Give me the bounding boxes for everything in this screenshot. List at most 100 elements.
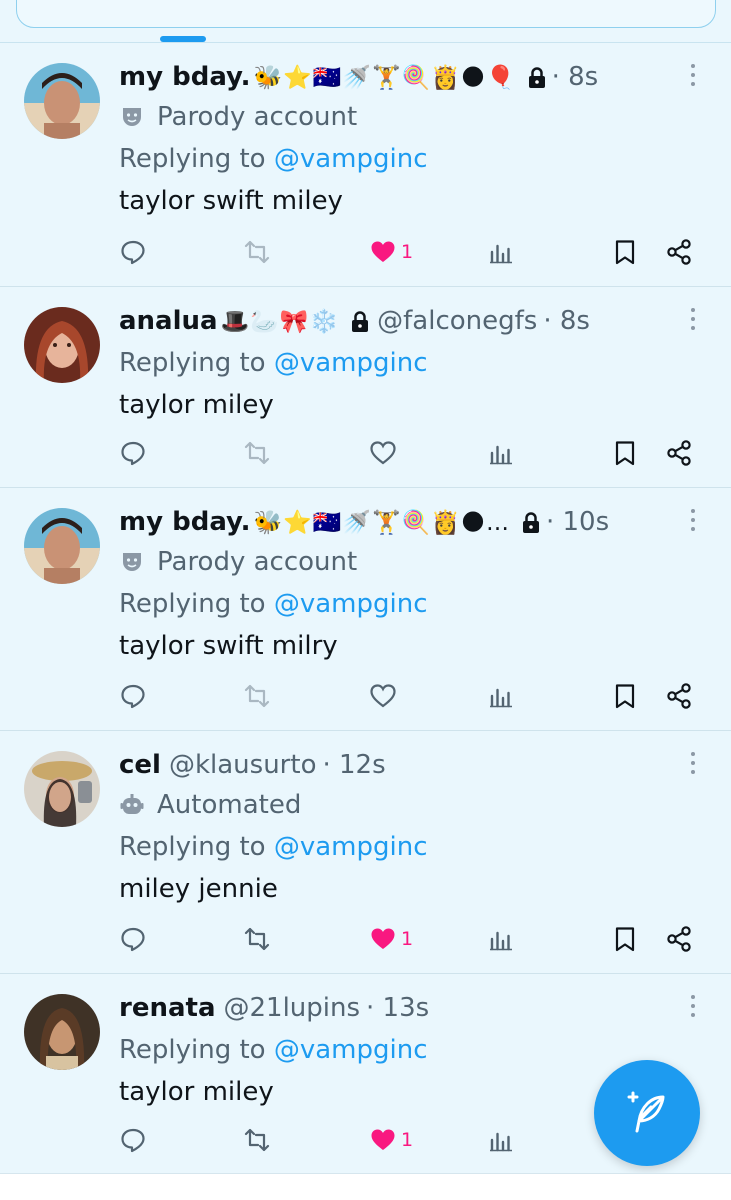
like-button[interactable] [369, 435, 397, 471]
views-chart-icon [490, 688, 512, 708]
share-button[interactable] [665, 678, 693, 714]
views-button[interactable] [487, 435, 515, 471]
reply-icon [121, 684, 145, 709]
timestamp[interactable]: · 10s [546, 507, 609, 537]
tweet-text: taylor swift miley [119, 186, 343, 216]
more-options-icon[interactable] [675, 743, 711, 783]
reply-mention-link[interactable]: @vampginc [274, 832, 428, 862]
like-button[interactable]: 1 [369, 1122, 413, 1158]
share-icon [667, 440, 691, 466]
lock-icon [351, 311, 369, 332]
retweet-button[interactable] [243, 435, 271, 471]
tweet-text: miley jennie [119, 874, 278, 904]
reply-button[interactable] [119, 234, 147, 270]
account-label: Automated [119, 785, 719, 825]
reply-button[interactable] [119, 678, 147, 714]
avatar[interactable] [24, 63, 100, 139]
reply-mention-link[interactable]: @vampginc [274, 1035, 428, 1065]
like-button[interactable] [369, 678, 397, 714]
more-options-icon[interactable] [675, 299, 711, 339]
retweet-icon [244, 684, 270, 708]
share-icon [667, 926, 691, 952]
bookmark-button[interactable] [611, 921, 639, 957]
compose-feather-icon [627, 1091, 665, 1133]
account-label: Parody account [119, 542, 719, 582]
tweet[interactable]: cel @klausurto · 12s Automated Replying … [0, 731, 731, 974]
name-emojis: 🎩🦢🎀❄️ [220, 308, 340, 335]
timestamp[interactable]: · 13s [366, 993, 429, 1023]
retweet-icon [244, 240, 270, 264]
bookmark-button[interactable] [611, 435, 639, 471]
display-name[interactable]: cel [119, 750, 161, 780]
robot-icon [120, 794, 144, 814]
user-handle[interactable]: @klausurto [169, 750, 317, 780]
views-chart-icon [490, 931, 512, 951]
avatar[interactable] [24, 307, 100, 383]
more-options-icon[interactable] [675, 986, 711, 1026]
display-name[interactable]: my bday. [119, 62, 251, 92]
timestamp[interactable]: · 12s [322, 750, 385, 780]
tweet-actions: 1 [119, 921, 703, 957]
tweet-text: taylor swift milry [119, 631, 338, 661]
retweet-icon [244, 1128, 270, 1152]
like-button[interactable]: 1 [369, 234, 413, 270]
reply-icon [121, 1128, 145, 1153]
display-name[interactable]: analua [119, 306, 218, 336]
bookmark-button[interactable] [611, 678, 639, 714]
tweet[interactable]: my bday. 🐝⭐🇦🇺🚿🏋️🍭👸🌑🎈 · 8s Parody account… [0, 43, 731, 287]
retweet-button[interactable] [243, 678, 271, 714]
share-button[interactable] [665, 435, 693, 471]
reply-button[interactable] [119, 921, 147, 957]
views-button[interactable] [487, 921, 515, 957]
reply-mention-link[interactable]: @vampginc [274, 348, 428, 378]
lock-icon [522, 512, 540, 533]
reply-button[interactable] [119, 1122, 147, 1158]
tweet-actions [119, 678, 703, 714]
display-name[interactable]: my bday. [119, 507, 251, 537]
reply-mention-link[interactable]: @vampginc [274, 144, 428, 174]
bookmark-icon [615, 240, 635, 265]
tweet-text: taylor miley [119, 390, 274, 420]
heart-filled-icon [371, 241, 395, 262]
reply-prefix: Replying to [119, 589, 274, 619]
views-chart-icon [490, 244, 512, 264]
user-handle[interactable]: @21lupins [223, 993, 360, 1023]
share-button[interactable] [665, 921, 693, 957]
avatar[interactable] [24, 508, 100, 584]
reply-button[interactable] [119, 435, 147, 471]
retweet-button[interactable] [243, 1122, 271, 1158]
name-emojis: 🐝⭐🇦🇺🚿🏋️🍭👸🌑… [253, 509, 510, 536]
tweet-actions [119, 435, 703, 471]
more-options-icon[interactable] [675, 500, 711, 540]
like-button[interactable]: 1 [369, 921, 413, 957]
reply-icon [121, 927, 145, 952]
views-button[interactable] [487, 678, 515, 714]
compose-post-button[interactable] [594, 1060, 700, 1166]
reply-prefix: Replying to [119, 1035, 274, 1065]
retweet-button[interactable] [243, 921, 271, 957]
avatar[interactable] [24, 751, 100, 827]
share-button[interactable] [665, 234, 693, 270]
heart-filled-icon [371, 1129, 395, 1150]
search-box[interactable] [16, 0, 716, 28]
views-button[interactable] [487, 1122, 515, 1158]
avatar[interactable] [24, 994, 100, 1070]
timestamp[interactable]: · 8s [543, 306, 590, 336]
more-options-icon[interactable] [675, 55, 711, 95]
display-name[interactable]: renata [119, 993, 215, 1023]
timestamp[interactable]: · 8s [552, 62, 599, 92]
retweet-button[interactable] [243, 234, 271, 270]
replying-to: Replying to @vampginc [119, 825, 719, 869]
lock-icon [528, 67, 546, 88]
badge-text: Automated [157, 790, 302, 820]
bookmark-button[interactable] [611, 234, 639, 270]
name-emojis: 🐝⭐🇦🇺🚿🏋️🍭👸🌑🎈 [253, 64, 516, 91]
bookmark-icon [615, 441, 635, 466]
bottom-navigation-edge [0, 1173, 731, 1200]
like-count: 1 [401, 241, 414, 263]
reply-mention-link[interactable]: @vampginc [274, 589, 428, 619]
user-handle[interactable]: @falconegfs [377, 306, 537, 336]
tweet[interactable]: my bday. 🐝⭐🇦🇺🚿🏋️🍭👸🌑… · 10s Parody accoun… [0, 488, 731, 731]
tweet[interactable]: analua 🎩🦢🎀❄️ @falconegfs · 8s Replying t… [0, 287, 731, 488]
views-button[interactable] [487, 234, 515, 270]
